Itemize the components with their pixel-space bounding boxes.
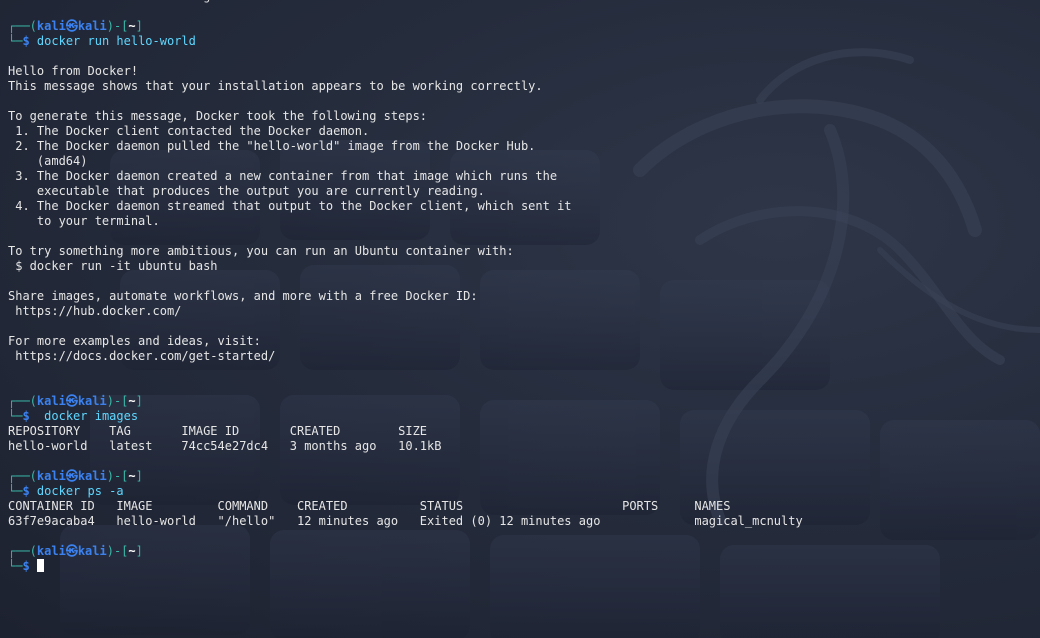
output-line: 4. The Docker daemon streamed that outpu… [8, 199, 572, 213]
prompt-header: ┌──(kali㉿kali)-[~] [8, 469, 803, 484]
prompt-frame-bottom: └─ [8, 484, 23, 498]
prompt-command-line: └─$ docker images [8, 409, 803, 424]
output-line: 63f7e9acaba4 hello-world "/hello" 12 min… [8, 514, 803, 528]
prompt-frame-end: ] [135, 469, 143, 483]
command-text: docker run hello-world [36, 34, 196, 48]
prompt-host: kali [77, 394, 107, 408]
prompt-frame-mid: )-[ [106, 544, 129, 558]
prompt-user: kali [36, 19, 66, 33]
terminal-cursor[interactable] [36, 559, 44, 572]
prompt-at-icon: ㉿ [65, 469, 78, 483]
output-line: For more examples and ideas, visit: [8, 334, 261, 348]
prompt-at-icon: ㉿ [65, 544, 78, 558]
terminal-output: Docker version 20.10.24+dfsg1 ┌──(kali㉿k… [8, 0, 803, 574]
prompt-frame-bottom: └─ [8, 34, 23, 48]
prompt-frame-mid: )-[ [106, 394, 129, 408]
prompt-cwd: ~ [128, 469, 136, 483]
prompt-frame-bottom: └─ [8, 409, 23, 423]
prompt-frame-end: ] [135, 544, 143, 558]
prompt-cwd: ~ [128, 394, 136, 408]
output-line: hello-world latest 74cc54e27dc4 3 months… [8, 439, 442, 453]
output-line: To generate this message, Docker took th… [8, 109, 428, 123]
output-line: 1. The Docker client contacted the Docke… [8, 124, 370, 138]
prompt-input-line: └─$ [8, 559, 803, 574]
prompt-frame-top: ┌──( [8, 469, 37, 483]
prompt-user: kali [36, 469, 66, 483]
prompt-frame-end: ] [135, 394, 143, 408]
command-text: docker images [36, 409, 139, 423]
prompt-at-icon: ㉿ [65, 19, 78, 33]
output-line: to your terminal. [8, 214, 160, 228]
prompt-frame-top: ┌──( [8, 394, 37, 408]
prompt-cwd: ~ [128, 544, 136, 558]
output-line: Share images, automate workflows, and mo… [8, 289, 478, 303]
prompt-host: kali [77, 19, 107, 33]
prompt-user: kali [36, 394, 66, 408]
prompt-header: ┌──(kali㉿kali)-[~] [8, 394, 803, 409]
output-line: https://hub.docker.com/ [8, 304, 182, 318]
command-text: docker ps -a [36, 484, 124, 498]
prompt-host: kali [77, 469, 107, 483]
prompt-frame-bottom: └─ [8, 559, 23, 573]
prompt-frame-mid: )-[ [106, 469, 129, 483]
output-line: 2. The Docker daemon pulled the "hello-w… [8, 139, 536, 153]
prompt-user: kali [36, 544, 66, 558]
output-line: Hello from Docker! [8, 64, 139, 78]
output-line: This message shows that your installatio… [8, 79, 543, 93]
prompt-dollar: $ [22, 409, 30, 423]
output-line: https://docs.docker.com/get-started/ [8, 349, 276, 363]
prompt-dollar: $ [22, 34, 30, 48]
output-line: 3. The Docker daemon created a new conta… [8, 169, 558, 183]
prompt-header: ┌──(kali㉿kali)-[~] [8, 544, 803, 559]
prompt-frame-mid: )-[ [106, 19, 129, 33]
output-line: $ docker run -it ubuntu bash [8, 259, 218, 273]
output-line: REPOSITORY TAG IMAGE ID CREATED SIZE [8, 424, 428, 438]
prompt-command-line: └─$ docker run hello-world [8, 34, 803, 49]
output-line: (amd64) [8, 154, 88, 168]
prompt-command-line: └─$ docker ps -a [8, 484, 803, 499]
prompt-cwd: ~ [128, 19, 136, 33]
prompt-frame-end: ] [135, 19, 143, 33]
prompt-frame-top: ┌──( [8, 19, 37, 33]
prompt-dollar: $ [22, 484, 30, 498]
output-line: executable that produces the output you … [8, 184, 485, 198]
output-line: CONTAINER ID IMAGE COMMAND CREATED STATU… [8, 499, 731, 513]
prompt-dollar: $ [22, 559, 30, 573]
prompt-frame-top: ┌──( [8, 544, 37, 558]
terminal-window[interactable]: Docker version 20.10.24+dfsg1 ┌──(kali㉿k… [0, 0, 1040, 638]
output-line: To try something more ambitious, you can… [8, 244, 514, 258]
prompt-at-icon: ㉿ [65, 394, 78, 408]
prompt-host: kali [77, 544, 107, 558]
prompt-header: ┌──(kali㉿kali)-[~] [8, 19, 803, 34]
